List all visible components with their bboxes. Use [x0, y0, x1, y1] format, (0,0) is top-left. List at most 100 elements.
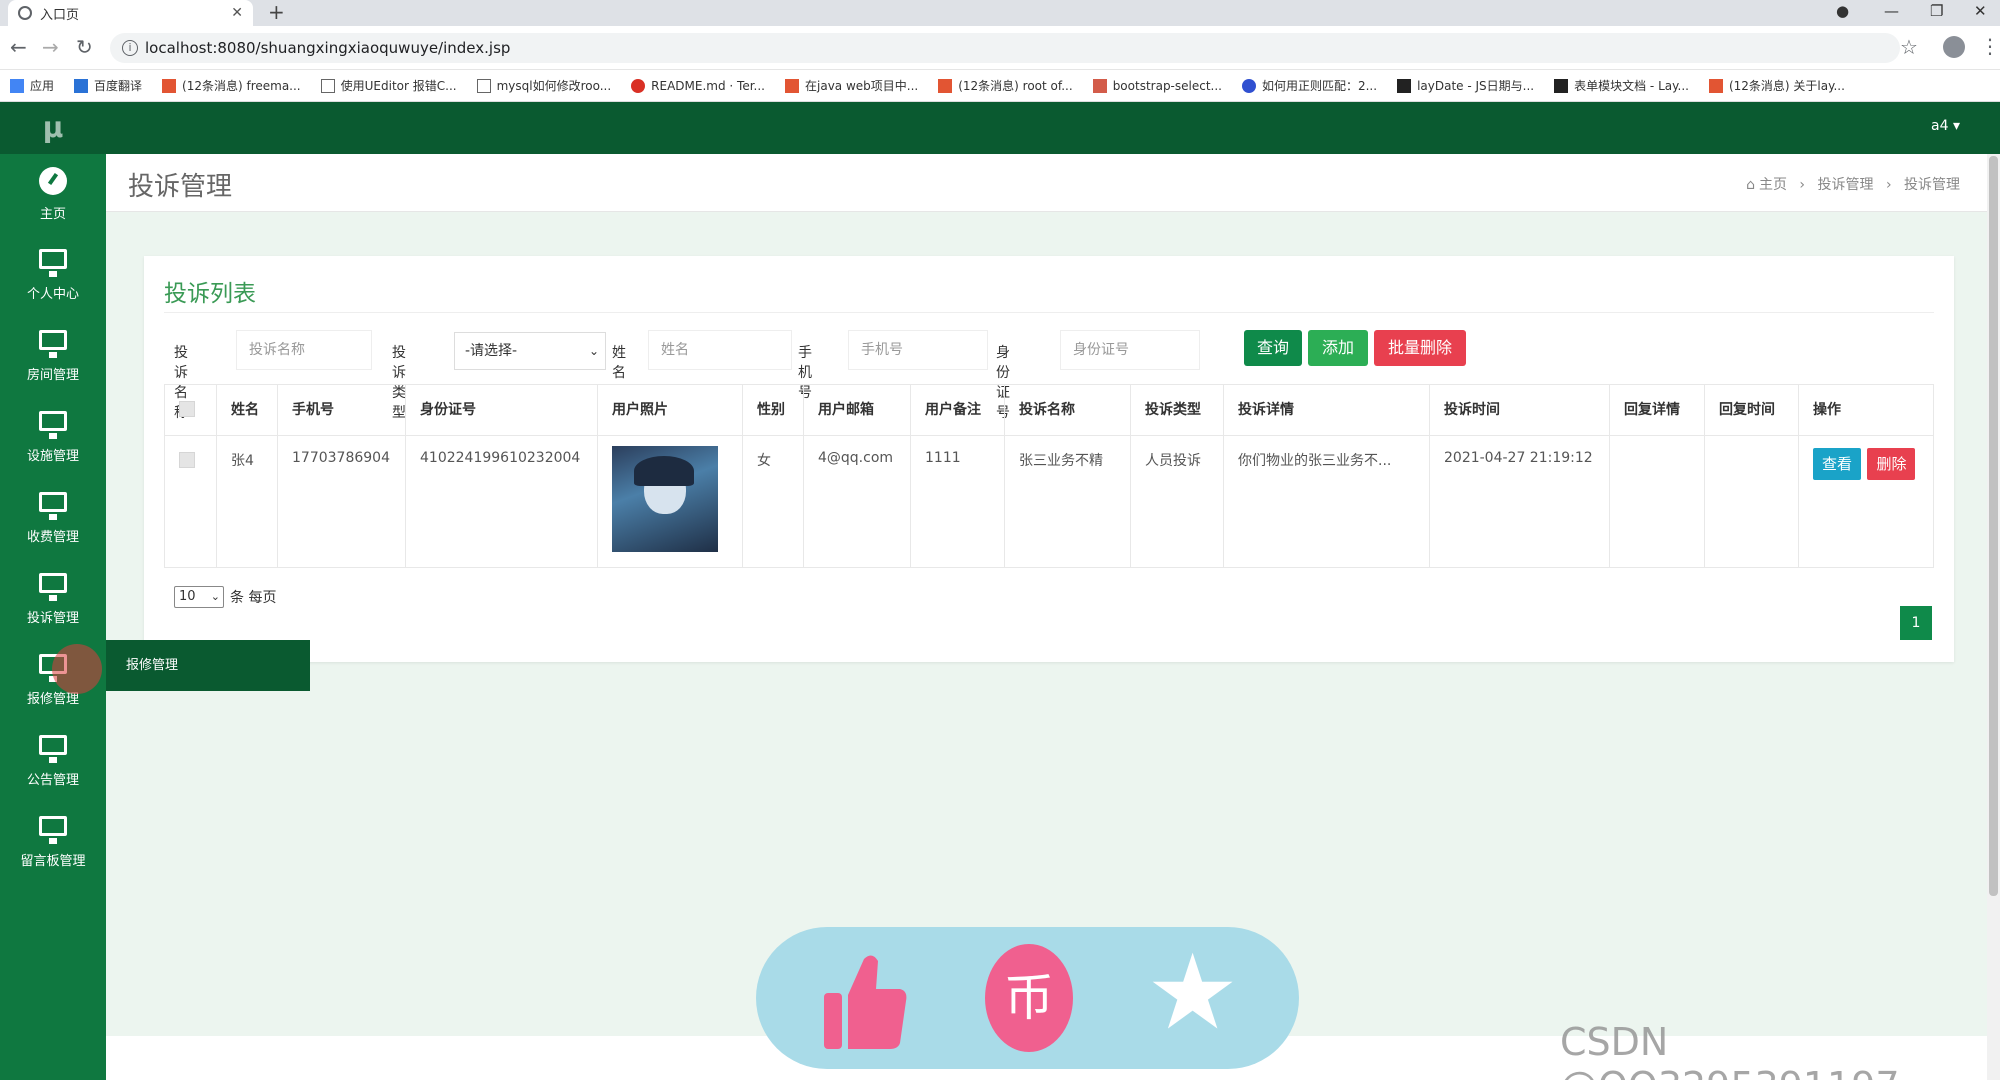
- minimize-button[interactable]: —: [1884, 0, 1899, 26]
- sidebar-item-facilities[interactable]: 设施管理: [0, 397, 106, 478]
- monitor-icon: [39, 411, 67, 439]
- forward-icon[interactable]: →: [42, 36, 59, 58]
- breadcrumb-level1[interactable]: 投诉管理: [1817, 177, 1873, 193]
- bookmark-item[interactable]: (12条消息) freema...: [162, 77, 301, 94]
- select-all-checkbox[interactable]: [179, 401, 195, 417]
- page-button[interactable]: 1: [1900, 606, 1932, 640]
- sidebar-item-profile[interactable]: 个人中心: [0, 235, 106, 316]
- table-row: 张4 17703786904 410224199610232004 女 4@qq…: [165, 436, 1933, 567]
- column-header: 操作: [1813, 402, 1841, 418]
- browser-tab[interactable]: 入口页 ✕: [8, 0, 253, 26]
- sidebar-item-complaints[interactable]: 投诉管理: [0, 559, 106, 640]
- cell-idcard: 410224199610232004: [406, 436, 598, 567]
- sidebar-item-label: 主页: [39, 207, 66, 222]
- back-icon[interactable]: ←: [10, 36, 27, 58]
- chevron-down-icon: ⌄: [210, 590, 220, 603]
- page-header: 投诉管理 ⌂ 主页 › 投诉管理 › 投诉管理: [106, 154, 2000, 212]
- divider: [164, 312, 1934, 313]
- query-button[interactable]: 查询: [1244, 330, 1302, 366]
- csdn-icon: [938, 78, 953, 93]
- sidebar-item-notices[interactable]: 公告管理: [0, 721, 106, 802]
- page-size-label: 条 每页: [230, 590, 277, 606]
- new-tab-button[interactable]: +: [268, 0, 285, 26]
- csdn-icon: [162, 78, 177, 93]
- bookmark-item[interactable]: 应用: [10, 77, 54, 94]
- batch-delete-button[interactable]: 批量删除: [1374, 330, 1466, 366]
- reload-icon[interactable]: ↻: [76, 36, 93, 58]
- bookmark-item[interactable]: README.md · Ter...: [631, 78, 765, 93]
- breadcrumb: ⌂ 主页 › 投诉管理 › 投诉管理: [1746, 174, 1960, 194]
- sidebar: μ 主页 个人中心 房间管理 设施管理 收费管理 投诉管理 报修管理 公告管理 …: [0, 102, 106, 1080]
- browser-menu-icon[interactable]: ⋮: [1980, 34, 2000, 58]
- scrollbar-thumb[interactable]: [1989, 156, 1998, 896]
- top-header: a4 ▾: [106, 102, 2000, 154]
- restore-button[interactable]: ❐: [1930, 0, 1943, 26]
- bookmark-item[interactable]: bootstrap-select...: [1092, 78, 1222, 93]
- sidebar-item-label: 收费管理: [26, 530, 79, 545]
- sidebar-item-fees[interactable]: 收费管理: [0, 478, 106, 559]
- bookmark-item[interactable]: 使用UEditor 报错C...: [320, 77, 457, 94]
- address-bar-row: ← → ↻ i localhost:8080/shuangxingxiaoquw…: [0, 26, 2000, 70]
- breadcrumb-home[interactable]: 主页: [1759, 177, 1787, 193]
- star-icon[interactable]: ★: [1146, 937, 1239, 1047]
- cell-reply: [1610, 436, 1705, 567]
- profile-avatar[interactable]: [1943, 36, 1965, 58]
- bookmark-item[interactable]: 百度翻译: [74, 77, 142, 94]
- close-window-button[interactable]: ✕: [1974, 0, 1987, 26]
- page-size-select[interactable]: 10 ⌄: [174, 586, 224, 608]
- media-icon[interactable]: ●: [1836, 0, 1849, 26]
- column-header: 回复时间: [1705, 385, 1799, 435]
- bookmark-item[interactable]: (12条消息) 关于lay...: [1708, 77, 1845, 94]
- bookmark-item[interactable]: layDate - JS日期与...: [1397, 77, 1534, 94]
- user-menu[interactable]: a4 ▾: [1931, 118, 1960, 134]
- complaint-table: 姓名 手机号 身份证号 用户照片 性别 用户邮箱 用户备注 投诉名称 投诉类型 …: [164, 384, 1934, 568]
- coin-icon[interactable]: 币: [985, 944, 1073, 1052]
- layui-icon: [1397, 78, 1412, 93]
- dashboard-icon: [39, 167, 67, 195]
- bookmark-item[interactable]: (12条消息) root of...: [938, 77, 1073, 94]
- column-header: 投诉时间: [1430, 385, 1610, 435]
- complaint-name-input[interactable]: 投诉名称: [236, 330, 372, 370]
- column-header: 用户照片: [598, 385, 743, 435]
- page-scrollbar[interactable]: [1987, 154, 2000, 1080]
- csdn-icon: [785, 78, 799, 93]
- url-field[interactable]: i localhost:8080/shuangxingxiaoquwuye/in…: [110, 33, 1900, 63]
- close-tab-icon[interactable]: ✕: [231, 5, 243, 21]
- url-text: localhost:8080/shuangxingxiaoquwuye/inde…: [145, 39, 511, 57]
- sidebar-item-rooms[interactable]: 房间管理: [0, 316, 106, 397]
- phone-input[interactable]: 手机号: [848, 330, 988, 370]
- translate-icon: [74, 78, 89, 93]
- bookmark-star-icon[interactable]: ☆: [1900, 35, 1918, 59]
- person-name-input[interactable]: 姓名: [648, 330, 792, 370]
- page-size-value: 10: [179, 589, 196, 604]
- sidebar-item-home[interactable]: 主页: [0, 154, 106, 235]
- column-header: 投诉名称: [1005, 385, 1131, 435]
- row-checkbox[interactable]: [179, 452, 195, 468]
- logo: μ: [0, 102, 106, 154]
- sidebar-item-messageboard[interactable]: 留言板管理: [0, 802, 106, 883]
- idcard-input[interactable]: 身份证号: [1060, 330, 1200, 370]
- site-icon: [1092, 78, 1107, 93]
- column-header: 姓名: [217, 385, 278, 435]
- bookmark-item[interactable]: 在java web项目中...: [785, 77, 918, 94]
- info-icon[interactable]: i: [122, 40, 138, 56]
- apps-icon: [10, 78, 24, 93]
- monitor-icon: [39, 573, 67, 601]
- complaint-type-select[interactable]: -请选择- ⌄: [454, 332, 606, 370]
- globe-icon: [18, 6, 32, 20]
- bookmark-item[interactable]: mysql如何修改roo...: [476, 77, 611, 94]
- user-photo[interactable]: [612, 446, 718, 552]
- delete-button[interactable]: 删除: [1867, 448, 1916, 480]
- column-header: 用户邮箱: [804, 385, 911, 435]
- bookmark-item[interactable]: 如何用正则匹配：2...: [1241, 77, 1377, 94]
- sidebar-item-label: 个人中心: [26, 287, 79, 302]
- site-icon: [476, 78, 491, 93]
- thumbs-up-icon[interactable]: [824, 951, 908, 1051]
- bookmark-item[interactable]: 表单模块文档 - Lay...: [1554, 77, 1689, 94]
- monitor-icon: [39, 330, 67, 358]
- monitor-icon: [39, 735, 67, 763]
- baidu-icon: [1241, 78, 1256, 93]
- sidebar-flyout-repairs[interactable]: 报修管理: [106, 640, 310, 691]
- view-button[interactable]: 查看: [1813, 448, 1862, 480]
- add-button[interactable]: 添加: [1308, 330, 1368, 366]
